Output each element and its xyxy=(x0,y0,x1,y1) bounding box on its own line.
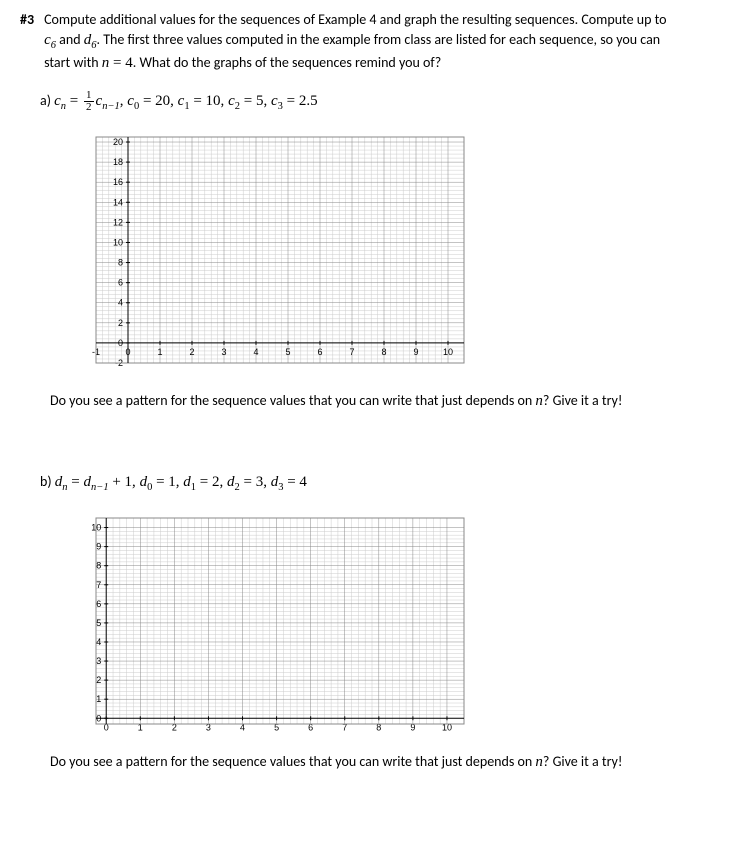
svg-text:1: 1 xyxy=(157,347,162,357)
svg-text:14: 14 xyxy=(113,197,123,207)
text-span: start with xyxy=(44,54,102,71)
svg-text:8: 8 xyxy=(381,347,386,357)
part-letter: b) xyxy=(40,473,52,490)
text-and: and xyxy=(56,31,84,48)
svg-text:2: 2 xyxy=(189,347,194,357)
svg-text:6: 6 xyxy=(317,347,322,357)
svg-text:7: 7 xyxy=(96,579,101,589)
part-b-label: b) dn = dn−1 + 1, d0 = 1, d1 = 2, d2 = 3… xyxy=(40,472,307,496)
text-span: . What do the graphs of the sequences re… xyxy=(133,54,441,71)
svg-text:20: 20 xyxy=(113,137,123,147)
text-span: = 4 xyxy=(109,55,132,71)
svg-text:9: 9 xyxy=(413,347,418,357)
svg-text:4: 4 xyxy=(253,347,258,357)
svg-text:2: 2 xyxy=(118,318,123,328)
math-n: n xyxy=(535,393,543,409)
initial-value: c1 = 10, xyxy=(178,93,228,109)
math-n: n xyxy=(535,754,543,770)
math-sub: n−1 xyxy=(102,101,120,112)
prompt-suffix: ? Give it a try! xyxy=(543,392,623,409)
frac-den: 2 xyxy=(84,102,94,113)
math-sub: n−1 xyxy=(91,482,109,493)
math-plus: + 1, xyxy=(109,474,140,490)
svg-text:4: 4 xyxy=(96,637,101,647)
svg-text:5: 5 xyxy=(285,347,290,357)
initial-value: d1 = 2, xyxy=(183,474,227,490)
initial-value: c0 = 20, xyxy=(127,93,177,109)
math-c: c xyxy=(44,32,51,48)
text-span: Compute additional values for the sequen… xyxy=(44,11,666,28)
chart-b: 012345678910012345678910 xyxy=(70,512,725,742)
problem-text: Compute additional values for the sequen… xyxy=(44,10,725,74)
svg-text:6: 6 xyxy=(118,278,123,288)
svg-text:8: 8 xyxy=(118,257,123,267)
chart-a: -1012345678910-202468101214161820 xyxy=(70,131,725,381)
svg-text:10: 10 xyxy=(443,347,453,357)
math-var: d xyxy=(84,474,92,490)
svg-text:2: 2 xyxy=(96,675,101,685)
svg-text:7: 7 xyxy=(349,347,354,357)
part-a-label: a) cn = 12cn−1, c0 = 20, c1 = 10, c2 = 5… xyxy=(40,90,318,115)
math-var: c xyxy=(54,93,61,109)
prompt-text: Do you see a pattern for the sequence va… xyxy=(50,753,535,770)
svg-text:16: 16 xyxy=(113,177,123,187)
problem-number: #3 xyxy=(20,10,34,74)
text-span: . The first three values computed in the… xyxy=(97,31,661,48)
svg-text:18: 18 xyxy=(113,157,123,167)
pattern-prompt-a: Do you see a pattern for the sequence va… xyxy=(50,391,725,412)
svg-text:6: 6 xyxy=(96,598,101,608)
svg-text:10: 10 xyxy=(113,237,123,247)
prompt-text: Do you see a pattern for the sequence va… xyxy=(50,392,535,409)
svg-text:9: 9 xyxy=(96,541,101,551)
svg-text:3: 3 xyxy=(96,656,101,666)
initial-value: d0 = 1, xyxy=(140,474,184,490)
initial-value: d2 = 3, xyxy=(227,474,271,490)
part-letter: a) xyxy=(40,92,51,109)
svg-text:8: 8 xyxy=(96,560,101,570)
pattern-prompt-b: Do you see a pattern for the sequence va… xyxy=(50,752,725,773)
prompt-suffix: ? Give it a try! xyxy=(543,753,623,770)
svg-text:5: 5 xyxy=(96,618,101,628)
initial-value: c3 = 2.5 xyxy=(271,93,318,109)
svg-text:4: 4 xyxy=(118,298,123,308)
math-eq: = xyxy=(66,93,82,109)
initial-value: c2 = 5, xyxy=(228,93,271,109)
math-eq: = xyxy=(68,474,84,490)
svg-text:12: 12 xyxy=(113,217,123,227)
svg-text:3: 3 xyxy=(221,347,226,357)
svg-text:1: 1 xyxy=(96,694,101,704)
initial-value: d3 = 4 xyxy=(271,474,307,490)
